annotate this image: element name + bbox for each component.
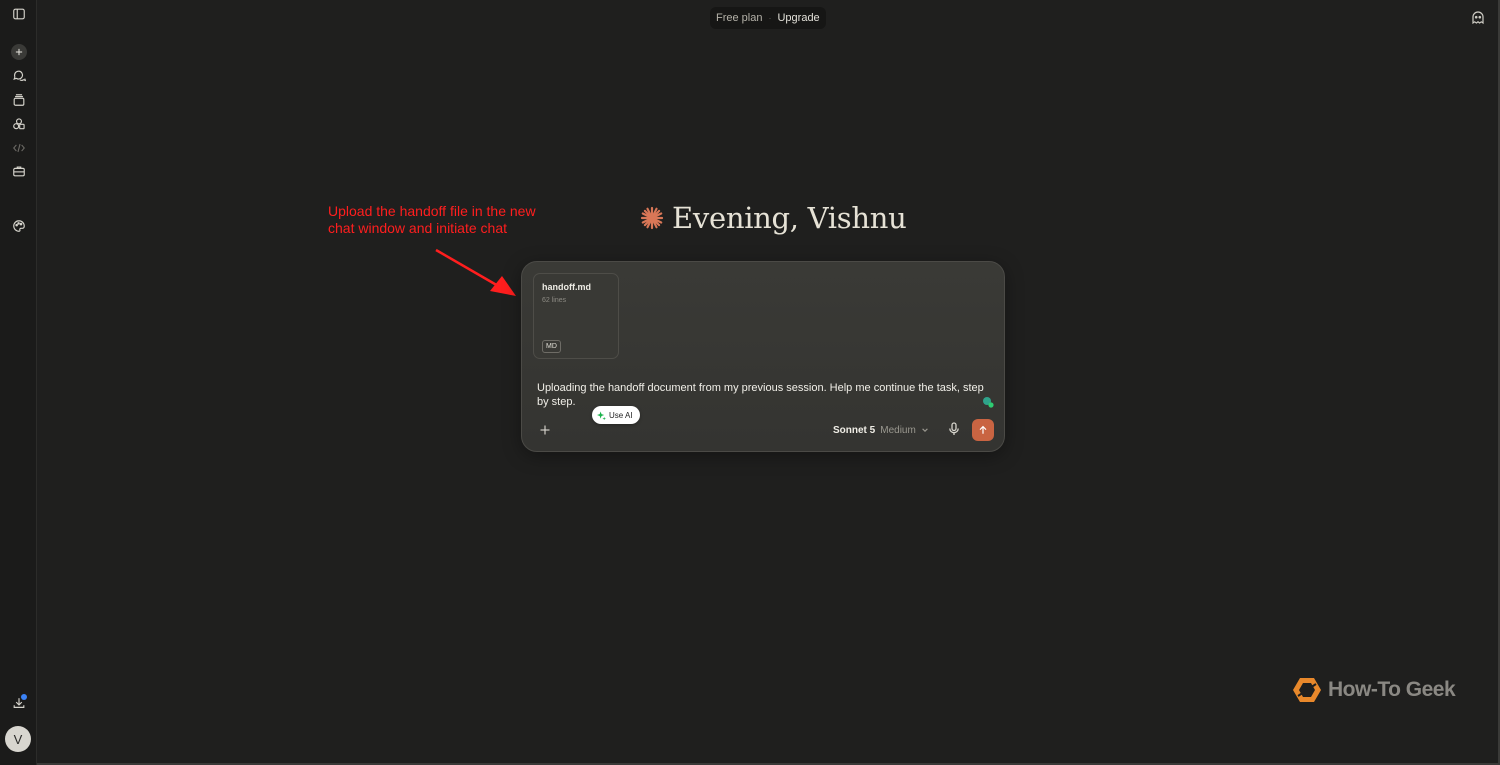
how-to-geek-logo-icon [1293,678,1321,702]
watermark: How-To Geek [1292,676,1456,704]
attachment-card[interactable]: handoff.md 62 lines MD [533,273,619,359]
add-attachment-button[interactable] [535,420,555,440]
send-button[interactable] [972,419,994,441]
toolbox-icon[interactable] [9,161,29,181]
claude-star-icon [640,206,664,230]
incognito-icon[interactable] [1470,10,1486,26]
attachment-filename: handoff.md [542,282,591,292]
app-window: V Free plan · Upgrade Evening, Vishnu Up… [0,0,1500,765]
plan-bar: Free plan · Upgrade [710,7,826,29]
projects-icon[interactable] [9,90,29,110]
avatar[interactable]: V [5,726,31,752]
greeting: Evening, Vishnu [640,198,907,238]
plus-icon [11,44,27,60]
sidebar: V [0,0,37,765]
watermark-text: How-To Geek [1328,678,1456,701]
microphone-icon [949,422,959,435]
annotation-arrow-icon [435,248,516,296]
artifacts-icon[interactable] [9,114,29,134]
grammar-assistant-icon[interactable] [982,396,994,408]
annotation-text: Upload the handoff file in the new chat … [328,203,536,236]
model-name: Sonnet 5 [833,424,876,436]
use-ai-button[interactable]: Use AI [592,406,640,424]
chat-composer: handoff.md 62 lines MD Uploading the han… [521,261,1005,452]
sparkle-icon [597,410,606,420]
code-icon[interactable] [9,138,29,158]
sidebar-toggle-icon[interactable] [9,4,29,24]
plan-label: Free plan [716,12,763,24]
upgrade-link[interactable]: Upgrade [777,12,819,24]
plan-separator: · [768,13,772,23]
greeting-text: Evening, Vishnu [672,201,907,235]
attachment-type-badge: MD [542,340,561,353]
chats-icon[interactable] [9,66,29,86]
new-chat-button[interactable] [9,42,29,62]
use-ai-label: Use AI [609,410,633,420]
model-selector[interactable]: Sonnet 5 Medium [833,422,929,438]
avatar-initial: V [13,731,23,747]
chevron-down-icon [922,428,928,432]
prompt-input[interactable]: Uploading the handoff document from my p… [537,381,985,409]
arrow-up-icon [979,425,987,434]
microphone-button[interactable] [946,421,962,437]
notification-dot [21,694,27,700]
attachment-meta: 62 lines [542,297,567,304]
palette-icon[interactable] [9,216,29,236]
plus-icon [540,425,550,435]
model-effort: Medium [880,424,916,436]
